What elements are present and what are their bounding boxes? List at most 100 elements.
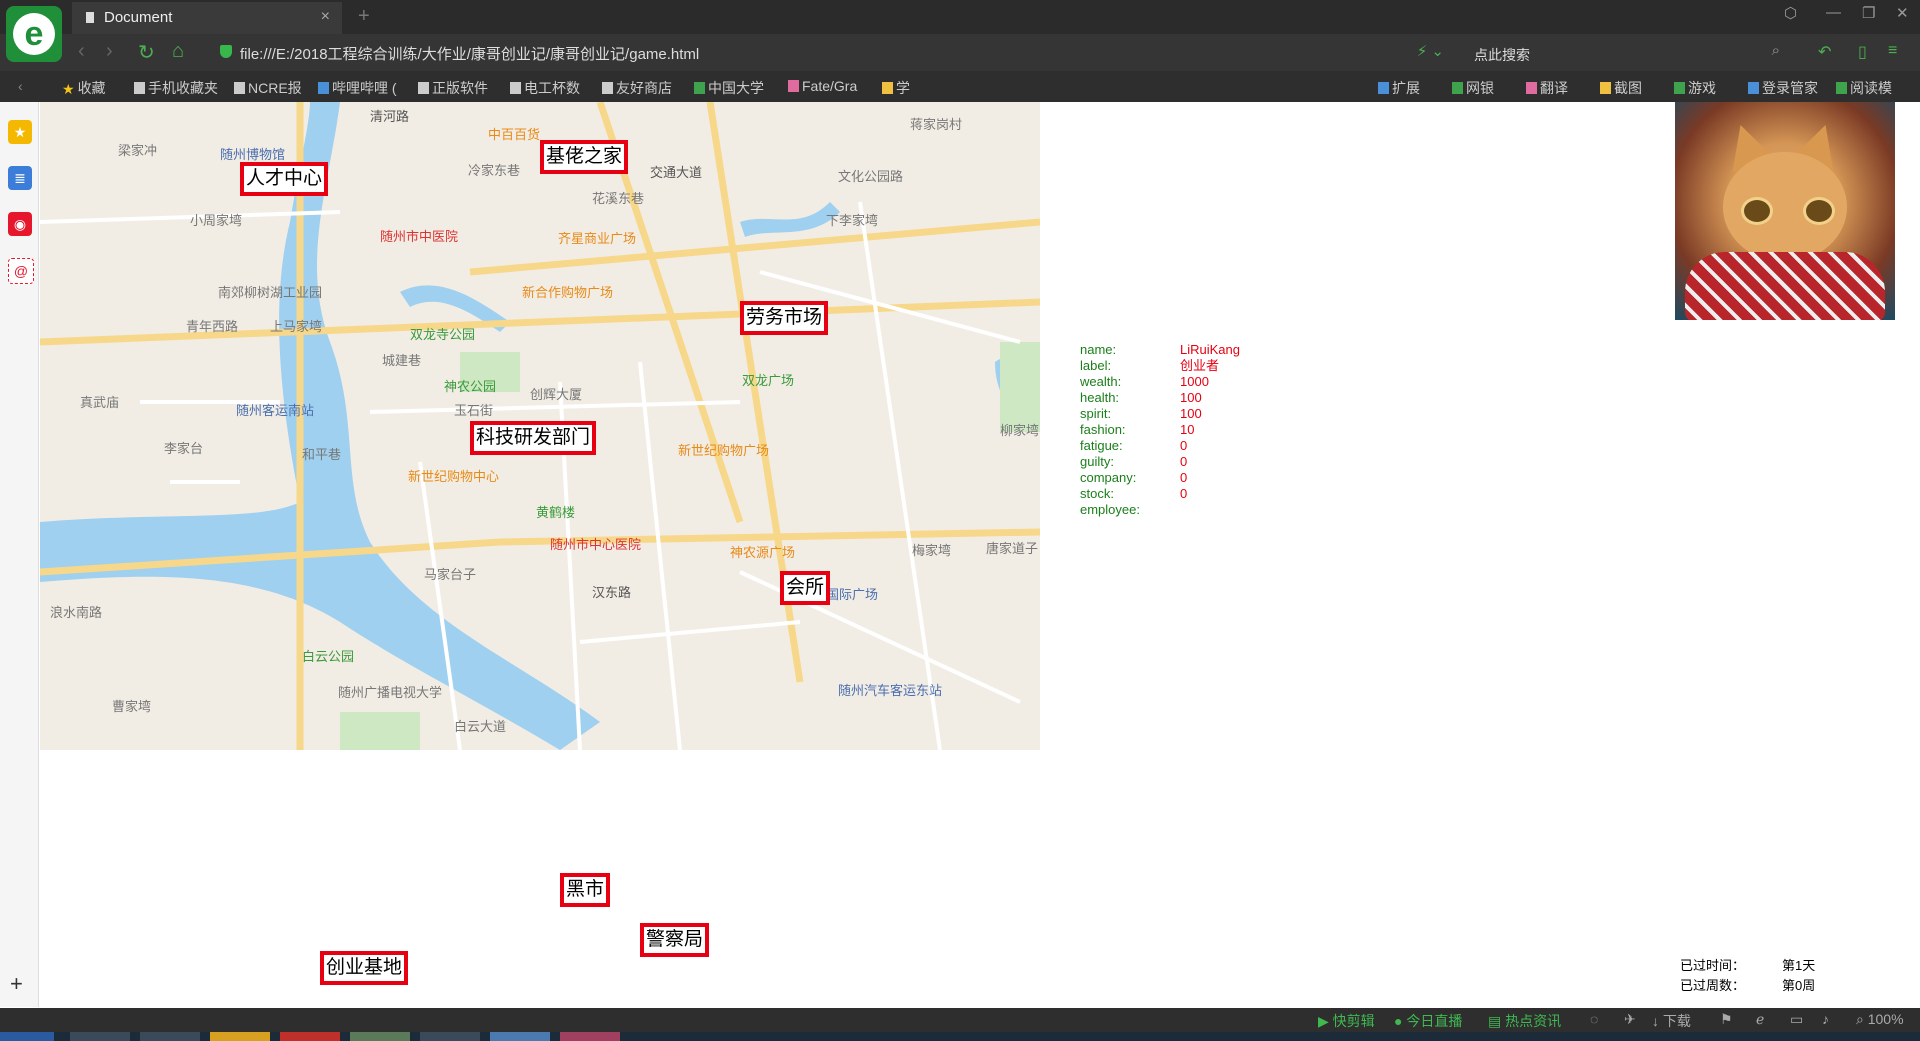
bookmark-bilibili[interactable]: 哔哩哔哩 ( [318,78,397,98]
bookmark-favorites[interactable]: ★ 收藏 [62,78,106,98]
statusbar-live[interactable]: ● 今日直播 [1394,1011,1462,1031]
reload-button[interactable]: ↻ [138,40,155,65]
place-club[interactable]: 会所 [780,571,831,605]
ext-login[interactable]: 登录管家 [1748,78,1818,98]
bookmark-bar: ‹ ★ 收藏 手机收藏夹 NCRE报 哔哩哔哩 ( 正版软件 电工杯数 友好商店 … [0,71,1920,102]
statusbar-hot-news[interactable]: ▤ 热点资讯 [1488,1011,1561,1031]
browser-logo: e [6,6,62,62]
bookmark-diangong[interactable]: 电工杯数 [510,78,580,98]
map-label: 神农源广场 [730,545,796,560]
taskbar-app[interactable] [420,1032,480,1041]
place-black-market[interactable]: 黑市 [560,873,611,907]
address-bar[interactable]: file:///E:/2018工程综合训练/大作业/康哥创业记/康哥创业记/ga… [210,39,1450,66]
bookmark-software[interactable]: 正版软件 [418,78,488,98]
time-info: 已过时间： 第1天 已过周数： 第0周 [1680,956,1900,996]
bookmark-mooc[interactable]: 中国大学 [694,78,764,98]
player-avatar [1675,102,1895,320]
browser-sidebar: ★ ≣ ◉ @ + [0,102,39,1007]
map-label: 城建巷 [382,353,422,368]
map-label: 汉东路 [592,585,632,600]
map-label: 花溪东巷 [592,191,645,206]
home-button[interactable]: ⌂ [172,40,184,63]
map-label: 随州汽车客运东站 [838,683,943,698]
taskbar-app[interactable] [350,1032,410,1041]
back-button[interactable]: ‹ [78,40,85,63]
statusbar-volume-icon[interactable]: ♪ [1822,1011,1829,1027]
ext-translate[interactable]: 翻译 [1526,78,1568,98]
bookmark-toggle-icon[interactable]: ‹ [18,78,23,94]
close-window-button[interactable]: ✕ [1896,4,1909,22]
map-label: 国际广场 [826,587,879,602]
new-tab-button[interactable]: + [358,5,370,28]
ext-extensions[interactable]: 扩展 [1378,78,1420,98]
taskbar-app[interactable] [70,1032,130,1041]
bookmark-mobile[interactable]: 手机收藏夹 [134,78,218,98]
tab-close-icon[interactable]: × [321,8,330,26]
ext-screenshot[interactable]: 截图 [1600,78,1642,98]
map-label: 南郊柳树湖工业园 [218,285,323,300]
favorites-star-icon[interactable]: ★ [8,120,32,144]
bookmark-folder-study[interactable]: 学 [882,78,910,98]
statusbar-flag-icon[interactable]: ⚑ [1720,1011,1733,1028]
mail-icon[interactable]: @ [8,258,34,284]
weibo-icon[interactable]: ◉ [8,212,32,236]
secure-shield-icon [220,45,232,58]
place-labor-market[interactable]: 劳务市场 [740,301,829,335]
skin-icon[interactable]: ⬡ [1784,4,1797,22]
sidebar-add-icon[interactable]: + [10,971,23,997]
bookmark-fate[interactable]: Fate/Gra [788,78,857,94]
os-taskbar [0,1032,1920,1041]
menu-icon[interactable]: ≡ [1888,42,1897,60]
elapsed-weeks-label: 已过周数： [1680,978,1746,993]
map-label: 随州博物馆 [220,147,286,162]
mobile-icon[interactable]: ▯ [1858,42,1867,62]
ext-games[interactable]: 游戏 [1674,78,1716,98]
place-talent-center[interactable]: 人才中心 [240,162,329,196]
statusbar-pin-icon[interactable]: ✈ [1624,1011,1636,1028]
search-icon[interactable]: ⌕ [1772,42,1780,59]
map-label: 曹家塆 [112,699,152,714]
statusbar-zoom[interactable]: ⌕ 100% [1856,1011,1904,1028]
map-label: 下李家塆 [826,213,879,228]
map-label: 新合作购物广场 [522,285,614,300]
map-label: 蒋家岗村 [910,117,963,132]
forward-button[interactable]: › [106,40,113,63]
taskbar-app[interactable] [560,1032,620,1041]
tab-document[interactable]: Document × [72,2,342,34]
taskbar-app[interactable] [140,1032,200,1041]
undo-close-icon[interactable]: ↶ [1818,42,1831,62]
statusbar-quick-edit[interactable]: ▶ 快剪辑 [1318,1011,1375,1031]
place-gay-home[interactable]: 基佬之家 [540,140,629,174]
navigation-bar: ‹ › ↻ ⌂ file:///E:/2018工程综合训练/大作业/康哥创业记/… [0,34,1920,71]
minimize-button[interactable]: — [1826,4,1841,21]
place-police[interactable]: 警察局 [640,923,710,957]
document-icon [86,12,94,23]
start-button[interactable] [0,1032,54,1041]
news-icon[interactable]: ≣ [8,166,32,190]
statusbar-ie-icon[interactable]: ℯ [1756,1011,1764,1028]
map-label: 和平巷 [302,447,342,462]
road-label: 清河路 [370,109,410,124]
map-label: 浪水南路 [50,605,103,620]
bookmark-shop[interactable]: 友好商店 [602,78,672,98]
bookmark-ncre[interactable]: NCRE报 [234,78,302,98]
statusbar-window-icon[interactable]: ▭ [1790,1011,1803,1028]
taskbar-app[interactable] [210,1032,270,1041]
tab-title: Document [104,9,173,26]
place-tech-rd[interactable]: 科技研发部门 [470,421,597,455]
ext-reader[interactable]: 阅读模 [1836,78,1892,98]
map-label: 新世纪购物中心 [408,469,500,484]
taskbar-app[interactable] [490,1032,550,1041]
place-startup-base[interactable]: 创业基地 [320,951,409,985]
ext-bank[interactable]: 网银 [1452,78,1494,98]
e-logo-icon: e [13,13,55,55]
search-box[interactable]: 点此搜索 ⌕ [1460,39,1790,66]
restore-button[interactable]: ❐ [1862,4,1875,22]
speed-mode-icon[interactable]: ⚡ ⌄ [1417,42,1444,60]
taskbar-app[interactable] [280,1032,340,1041]
map-label: 新世纪购物广场 [678,443,770,458]
statusbar-misc-icon[interactable]: ◌ [1590,1011,1598,1027]
address-url[interactable]: file:///E:/2018工程综合训练/大作业/康哥创业记/康哥创业记/ga… [240,43,699,64]
statusbar-download[interactable]: ↓ 下载 [1652,1011,1691,1031]
map-label: 柳家塆 [1000,423,1040,438]
